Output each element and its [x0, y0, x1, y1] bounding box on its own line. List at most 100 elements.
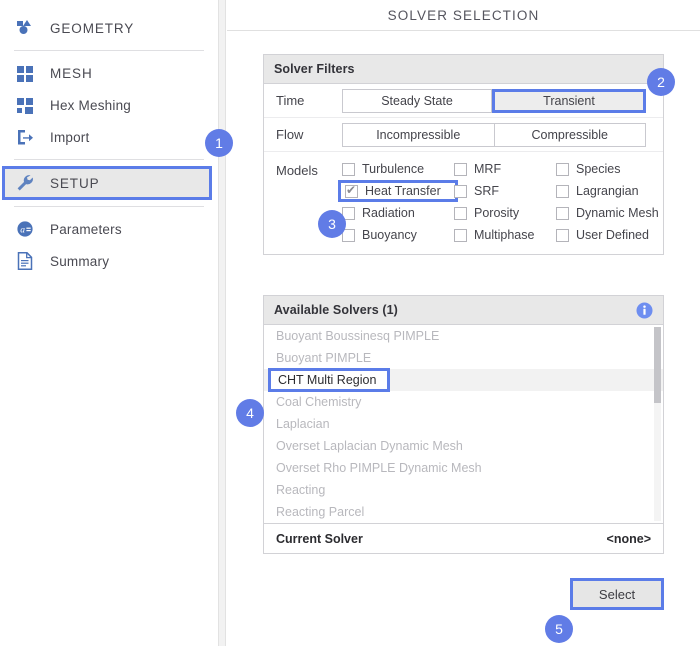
step-badge-1: 1 [205, 129, 233, 157]
sidebar-item-label: SETUP [50, 175, 100, 191]
checkbox-label: Turbulence [362, 162, 425, 176]
checkbox-box[interactable] [454, 184, 467, 198]
checkbox-dynamic-mesh[interactable]: Dynamic Mesh [556, 204, 666, 222]
sidebar-item-label: MESH [50, 65, 93, 81]
list-item[interactable]: Overset Rho PIMPLE Dynamic Mesh [264, 457, 663, 479]
solver-label: CHT Multi Region [268, 368, 390, 392]
sidebar-divider [14, 159, 204, 160]
time-filter-row: Time Steady State Transient [264, 84, 663, 118]
checkbox-lagrangian[interactable]: Lagrangian [556, 182, 666, 200]
checkbox-box[interactable] [454, 206, 467, 220]
checkbox-multiphase[interactable]: Multiphase [454, 226, 556, 244]
checkbox-label: SRF [474, 184, 499, 198]
solver-label: Buoyant PIMPLE [276, 351, 372, 365]
page-title-bar: SOLVER SELECTION [227, 0, 700, 31]
checkbox-label: Lagrangian [576, 184, 639, 198]
list-item[interactable]: Reacting [264, 479, 663, 501]
checkbox-label: MRF [474, 162, 502, 176]
checkbox-box[interactable] [556, 228, 569, 242]
checkbox-label: Dynamic Mesh [576, 206, 659, 220]
wrench-icon [14, 172, 36, 194]
step-badge-5: 5 [545, 615, 573, 643]
sidebar-item-hex-meshing[interactable]: Hex Meshing [0, 89, 218, 121]
models-filter-row: Models Turbulence MRF Species ✔ Heat Tra… [264, 152, 663, 254]
hex-meshing-icon [14, 94, 36, 116]
available-solvers-card: Available Solvers (1) Buoyant Boussinesq… [263, 295, 664, 554]
list-item[interactable]: Coal Chemistry [264, 391, 663, 413]
scrollbar-thumb[interactable] [654, 327, 661, 403]
time-option-transient[interactable]: Transient [492, 88, 646, 113]
list-item[interactable]: Overset Laplacian Dynamic Mesh [264, 435, 663, 457]
sidebar-item-summary[interactable]: Summary [0, 245, 218, 277]
checkbox-box[interactable] [342, 162, 355, 176]
checkbox-label: Multiphase [474, 228, 535, 242]
list-item[interactable]: Reacting Parcel [264, 501, 663, 523]
checkbox-srf[interactable]: SRF [454, 182, 556, 200]
checkbox-radiation[interactable]: Radiation [342, 204, 454, 222]
checkbox-box[interactable] [556, 184, 569, 198]
select-button-label: Select [598, 586, 636, 602]
solvers-list[interactable]: Buoyant Boussinesq PIMPLE Buoyant PIMPLE… [264, 325, 663, 523]
checkbox-turbulence[interactable]: Turbulence [342, 160, 454, 178]
time-segmented-control: Steady State Transient [342, 88, 646, 113]
sidebar-item-label: Hex Meshing [50, 97, 131, 113]
solver-filters-title: Solver Filters [274, 62, 355, 76]
list-item-selected[interactable]: CHT Multi Region [264, 368, 663, 392]
current-solver-label: Current Solver [276, 531, 363, 546]
solver-label: Overset Laplacian Dynamic Mesh [276, 439, 463, 453]
sidebar-item-parameters[interactable]: a Parameters [0, 213, 218, 245]
models-checkbox-grid: Turbulence MRF Species Heat Transfer [338, 160, 666, 244]
flow-filter-row: Flow Incompressible Compressible [264, 118, 663, 152]
sidebar-item-mesh[interactable]: MESH [0, 57, 218, 89]
checkbox-porosity[interactable]: Porosity [454, 204, 556, 222]
current-solver-value: <none> [606, 531, 651, 546]
sidebar-item-label: Summary [50, 253, 110, 269]
checkbox-species[interactable]: Species [556, 160, 666, 178]
checkbox-mrf[interactable]: MRF [454, 160, 556, 178]
step-badge-3: 3 [318, 210, 346, 238]
solver-label: Buoyant Boussinesq PIMPLE [276, 329, 440, 343]
flow-option-incompressible[interactable]: Incompressible [342, 122, 495, 147]
checkbox-label: Porosity [474, 206, 520, 220]
list-item[interactable]: Laplacian [264, 413, 663, 435]
solver-label: Reacting [276, 483, 326, 497]
solver-label: Reacting Parcel [276, 505, 365, 519]
step-badge-2: 2 [647, 68, 675, 96]
flow-segmented-control: Incompressible Compressible [342, 122, 646, 147]
checkbox-label: User Defined [576, 228, 649, 242]
checkbox-box[interactable] [454, 162, 467, 176]
solver-label: Overset Rho PIMPLE Dynamic Mesh [276, 461, 482, 475]
available-solvers-header: Available Solvers (1) [264, 296, 663, 325]
checkbox-box[interactable] [454, 228, 467, 242]
checkbox-buoyancy[interactable]: Buoyancy [342, 226, 454, 244]
list-item[interactable]: Buoyant PIMPLE [264, 347, 663, 369]
select-button[interactable]: Select [570, 578, 664, 610]
parameters-icon: a [14, 218, 36, 240]
checkbox-heat-transfer[interactable]: Heat Transfer [338, 180, 458, 202]
checkbox-user-defined[interactable]: User Defined [556, 226, 666, 244]
svg-text:a: a [20, 226, 25, 236]
checkbox-box[interactable] [556, 206, 569, 220]
geometry-icon [14, 17, 36, 39]
sidebar-item-import[interactable]: Import [0, 121, 218, 153]
sidebar-item-setup[interactable]: SETUP [2, 166, 212, 200]
solvers-scrollbar[interactable] [654, 327, 661, 521]
checkbox-label: Radiation [362, 206, 415, 220]
current-solver-row: Current Solver <none> [264, 523, 663, 553]
checkbox-box-checked[interactable] [345, 183, 358, 198]
checkbox-label: Heat Transfer [365, 184, 441, 198]
sidebar-divider [14, 50, 204, 51]
import-icon [14, 126, 36, 148]
time-label: Time [276, 93, 305, 108]
checkbox-box[interactable] [556, 162, 569, 176]
list-item[interactable]: Buoyant Boussinesq PIMPLE [264, 325, 663, 347]
time-option-steady-state[interactable]: Steady State [342, 88, 492, 113]
mesh-icon [14, 62, 36, 84]
sidebar-item-geometry[interactable]: GEOMETRY [0, 12, 218, 44]
sidebar: GEOMETRY MESH Hex Meshing Import SETUP a… [0, 0, 218, 646]
sidebar-item-label: GEOMETRY [50, 20, 135, 36]
panel-splitter[interactable] [218, 0, 226, 646]
info-icon[interactable] [636, 302, 653, 319]
sidebar-item-label: Import [50, 129, 90, 145]
flow-option-compressible[interactable]: Compressible [494, 122, 646, 147]
